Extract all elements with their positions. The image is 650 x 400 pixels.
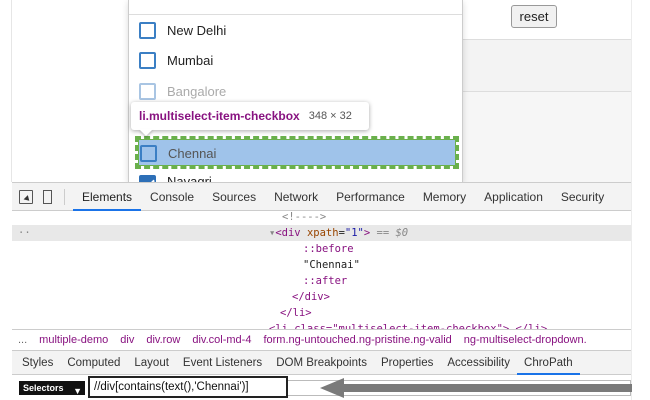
- panel-band: [462, 40, 631, 92]
- dom-comment[interactable]: <!---->: [282, 211, 326, 225]
- chropath-bar: Selectors ▼ //div[contains(text(),'Chenn…: [12, 376, 632, 400]
- tab-memory[interactable]: Memory: [414, 183, 475, 211]
- tooltip-selector: li.multiselect-item-checkbox: [139, 109, 300, 123]
- devtools-panel: Elements Console Sources Network Perform…: [12, 182, 632, 400]
- dropdown-item-new-delhi[interactable]: New Delhi: [139, 18, 459, 42]
- tab-layout[interactable]: Layout: [127, 351, 176, 375]
- tab-properties[interactable]: Properties: [374, 351, 440, 375]
- dom-next-node[interactable]: <li class="multiselect-item-checkbox"> <…: [269, 321, 547, 329]
- dropdown-item-label: Bangalore: [167, 83, 227, 99]
- tab-styles[interactable]: Styles: [12, 351, 60, 375]
- reset-button[interactable]: reset: [511, 5, 557, 28]
- device-toolbar-icon[interactable]: [43, 189, 52, 204]
- page-left-edge: [0, 0, 12, 182]
- dom-close-li[interactable]: </li>: [280, 305, 312, 321]
- dom-selected-node[interactable]: ▾<div xpath="1"> == $0: [269, 225, 408, 241]
- window-right-edge: [631, 0, 650, 400]
- dom-attr-value: "1": [344, 227, 364, 239]
- dom-pseudo-after[interactable]: ::after: [303, 273, 347, 289]
- breadcrumb: ... multiple-demo div div.row div.col-md…: [12, 329, 631, 351]
- breadcrumb-item[interactable]: div.row: [140, 334, 186, 346]
- tab-console[interactable]: Console: [141, 183, 203, 211]
- checkbox-icon[interactable]: [140, 144, 157, 162]
- dropdown-item-mumbai[interactable]: Mumbai: [139, 48, 459, 72]
- tab-computed[interactable]: Computed: [60, 351, 127, 375]
- annotation-arrow-icon: [320, 378, 632, 398]
- web-page: reset New Delhi Mumbai Bangalore Chennai…: [0, 0, 650, 184]
- tab-dom-breakpoints[interactable]: DOM Breakpoints: [269, 351, 374, 375]
- tab-network[interactable]: Network: [265, 183, 327, 211]
- tab-chropath[interactable]: ChroPath: [517, 351, 580, 375]
- breadcrumb-item[interactable]: form.ng-untouched.ng-pristine.ng-valid: [257, 334, 457, 346]
- tab-accessibility[interactable]: Accessibility: [440, 351, 517, 375]
- dom-close-div[interactable]: </div>: [292, 289, 330, 305]
- breadcrumb-item[interactable]: ng-multiselect-dropdown.: [458, 334, 593, 346]
- checkbox-icon[interactable]: [139, 82, 156, 100]
- dom-pseudo-before[interactable]: ::before: [303, 241, 354, 257]
- dropdown-item-chennai-highlighted[interactable]: Chennai: [135, 136, 459, 169]
- breadcrumb-ellipsis[interactable]: ...: [12, 334, 33, 346]
- breadcrumb-item[interactable]: multiple-demo: [33, 334, 114, 346]
- devtools-tab-bar: Elements Console Sources Network Perform…: [12, 183, 631, 211]
- tab-application[interactable]: Application: [475, 183, 552, 211]
- selector-type-dropdown[interactable]: Selectors ▼: [19, 381, 85, 396]
- tab-performance[interactable]: Performance: [327, 183, 414, 211]
- checkbox-icon[interactable]: [139, 51, 156, 69]
- inspect-tooltip: li.multiselect-item-checkbox 348 × 32: [131, 102, 369, 136]
- dom-attr-name: xpath: [300, 227, 339, 239]
- panel-band: [462, 92, 631, 182]
- tooltip-size: 348 × 32: [308, 110, 352, 122]
- inspect-element-icon[interactable]: [19, 189, 33, 204]
- dropdown-item-label: New Delhi: [167, 22, 227, 38]
- dom-selected-marker: == $0: [370, 227, 409, 239]
- dropdown-divider: [129, 14, 462, 15]
- dom-tag: <div: [275, 227, 301, 239]
- tab-separator: [64, 188, 65, 205]
- breadcrumb-item[interactable]: div: [114, 334, 140, 346]
- breadcrumb-item[interactable]: div.col-md-4: [186, 334, 257, 346]
- checkbox-icon[interactable]: [139, 21, 156, 39]
- dropdown-item-bangalore[interactable]: Bangalore: [139, 79, 459, 103]
- tab-elements[interactable]: Elements: [73, 183, 142, 211]
- dom-text-node[interactable]: "Chennai": [303, 257, 360, 273]
- tab-security[interactable]: Security: [552, 183, 613, 211]
- dom-tree[interactable]: <!----> ·· ▾<div xpath="1"> == $0 ::befo…: [12, 211, 631, 329]
- tab-event-listeners[interactable]: Event Listeners: [176, 351, 269, 375]
- xpath-input[interactable]: //div[contains(text(),'Chennai')]: [88, 376, 288, 398]
- sidebar-tab-bar: Styles Computed Layout Event Listeners D…: [12, 351, 631, 375]
- dom-ellipsis[interactable]: ··: [18, 225, 31, 241]
- tooltip-arrow: [139, 129, 153, 136]
- chevron-down-icon: ▼: [73, 386, 82, 396]
- dropdown-item-label: Chennai: [168, 145, 217, 161]
- selector-type-label: Selectors: [23, 383, 64, 393]
- dropdown-item-label: Mumbai: [167, 52, 214, 68]
- tab-sources[interactable]: Sources: [203, 183, 265, 211]
